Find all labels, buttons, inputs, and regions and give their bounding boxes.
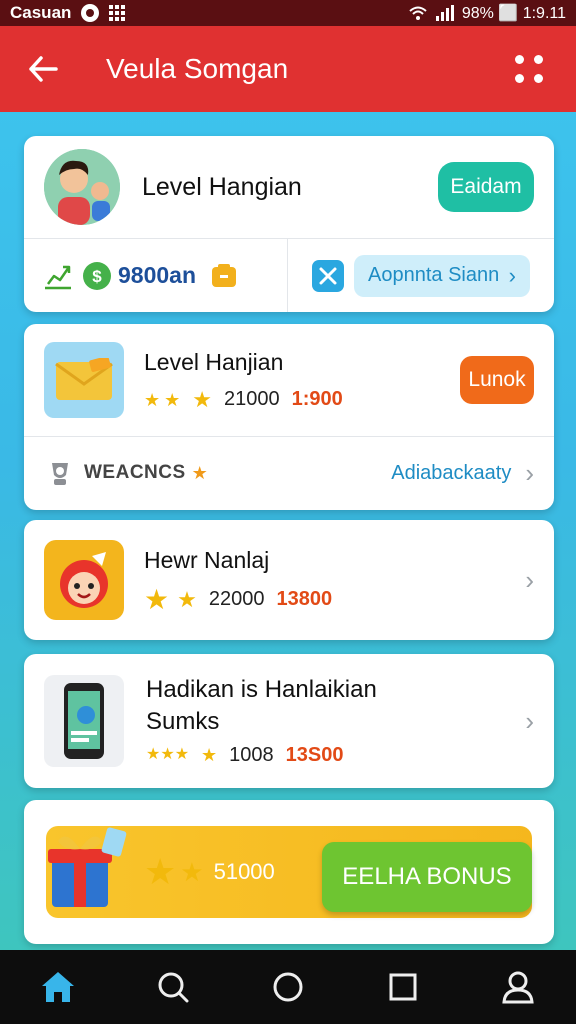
card1-title: Level Hangian [142, 172, 302, 201]
apps-grid-icon [109, 5, 126, 21]
wallet-icon [212, 263, 237, 287]
star-icon: ★★★ [146, 746, 190, 763]
trophy-icon [52, 463, 68, 485]
bonus-banner: ★ ★ 51000 EELHA BONUS [46, 826, 532, 918]
mascot-icon [44, 540, 124, 620]
gift-icon [48, 827, 127, 907]
more-dots-icon[interactable] [494, 34, 564, 104]
star-icon: ★ [177, 586, 197, 612]
back-button[interactable] [0, 26, 86, 112]
card2-rating: ★ ★ ★ 21000 1:900 [144, 388, 460, 411]
card4-score-red: 13S00 [285, 743, 344, 766]
status-bar: Casuan 98% ⬜ 1:9.11 [0, 0, 576, 26]
star-icon: ★ [180, 857, 204, 887]
nav-home[interactable] [28, 957, 88, 1017]
star-icon: ★ [201, 745, 218, 765]
card3-score-red: 13800 [276, 588, 333, 610]
card2-score: 21000 [224, 388, 280, 410]
card3-score: 22000 [208, 588, 265, 610]
chevron-right-icon: › [525, 457, 534, 488]
signal-icon [435, 5, 454, 21]
coin-icon: $ [83, 261, 111, 290]
star-icon: ★ [144, 389, 161, 410]
status-right-text: 98% ⬜ 1:9.11 [461, 5, 566, 22]
chevron-right-icon: › [525, 705, 534, 736]
card4-rating: ★★★ ★ 1008 13S00 [146, 744, 525, 767]
nav-profile[interactable] [488, 957, 548, 1017]
card4-title-line1: Hadikan is Hanlaikian [146, 675, 377, 703]
notification-icon [81, 4, 100, 22]
app-bar: Veula Somgan [0, 26, 576, 112]
nav-search[interactable] [143, 957, 203, 1017]
card1-amount: 9800an [118, 262, 197, 288]
star-icon: ★ [144, 583, 170, 615]
bonus-score: 51000 [213, 859, 275, 884]
chevron-right-icon: › [525, 564, 534, 595]
card4-score: 1008 [229, 743, 274, 766]
star-icon: ★ [144, 851, 177, 892]
card2-footer[interactable]: WEACNCS ★ Adiabackaaty › [24, 437, 554, 509]
card-hadikan[interactable]: Hadikan is Hanlaikian Sumks ★★★ ★ 1008 1… [24, 654, 554, 788]
aopnnta-siann-button[interactable]: Aopnnta Siann › [354, 254, 530, 297]
star-icon: ★ [192, 386, 213, 412]
card3-rating: ★ ★ 22000 13800 [144, 583, 525, 615]
tools-icon [312, 259, 344, 292]
eaidam-button[interactable]: Eaidam [438, 162, 534, 212]
arrow-left-icon [29, 56, 58, 82]
nav-circle[interactable] [258, 957, 318, 1017]
square-icon [389, 973, 417, 1001]
mail-icon [44, 342, 124, 418]
card2-score-red: 1:900 [291, 388, 343, 410]
wifi-icon [409, 6, 427, 20]
card2-footer-label: WEACNCS [84, 462, 186, 483]
status-carrier: Casuan [10, 3, 72, 22]
svg-text:$: $ [92, 267, 102, 286]
star-icon: ★ [191, 463, 208, 483]
home-icon [41, 972, 74, 1002]
card2-footer-link[interactable]: Adiabackaaty [208, 462, 511, 485]
card-level-hangian: Level Hangian Eaidam $ 9800an Aopnnta Si… [24, 136, 554, 312]
aopnnta-siann-label: Aopnnta Siann [368, 264, 500, 286]
chevron-right-icon: › [508, 262, 516, 288]
search-icon [158, 972, 189, 1003]
bonus-button[interactable]: EELHA BONUS [322, 842, 532, 912]
phone-icon [44, 675, 124, 767]
bottom-nav [0, 950, 576, 1024]
card-hewr-nanlaj[interactable]: Hewr Nanlaj ★ ★ 22000 13800 › [24, 520, 554, 640]
avatar [44, 149, 120, 225]
card4-title-line2: Sumks [146, 707, 220, 735]
circle-icon [273, 972, 303, 1002]
nav-square[interactable] [373, 957, 433, 1017]
page-title: Veula Somgan [106, 53, 289, 84]
card2-title: Level Hanjian [144, 349, 284, 375]
chart-up-icon [45, 265, 71, 289]
profile-icon [502, 971, 534, 1004]
lunok-button[interactable]: Lunok [460, 356, 534, 404]
card-bonus: ★ ★ 51000 EELHA BONUS [24, 800, 554, 944]
card-level-hanjian: Level Hanjian ★ ★ ★ 21000 1:900 Lunok WE… [24, 324, 554, 510]
star-icon: ★ [164, 389, 181, 410]
card3-title: Hewr Nanlaj [144, 546, 270, 573]
